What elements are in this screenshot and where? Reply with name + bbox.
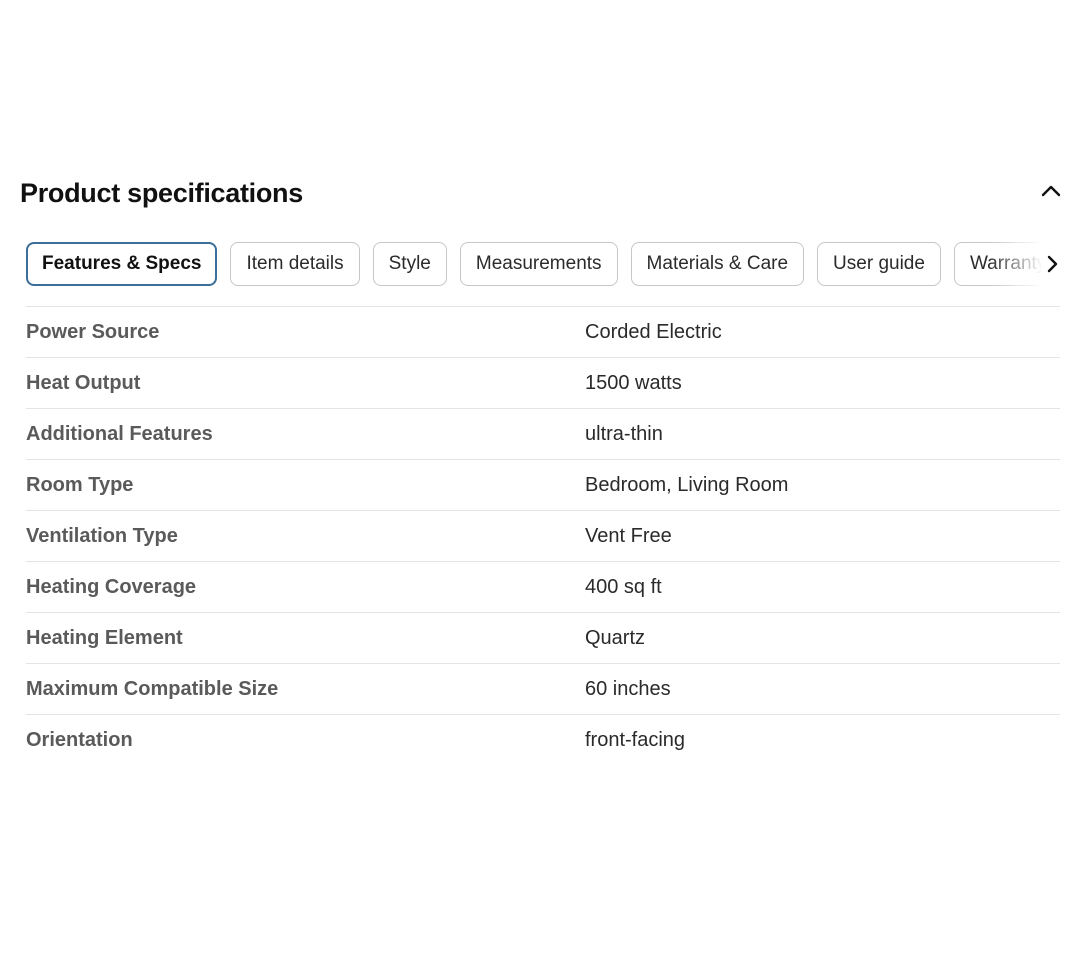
spec-label: Heat Output (26, 371, 141, 394)
chevron-up-icon (1041, 185, 1061, 197)
spec-label: Heating Coverage (26, 575, 197, 598)
spec-row: Heating Element Quartz (26, 613, 1060, 664)
specs-table: Power Source Corded Electric Heat Output… (26, 306, 1060, 765)
spec-value: Quartz (585, 626, 646, 649)
tabs-scroll-right-button[interactable] (1040, 251, 1064, 277)
spec-value: 1500 watts (585, 371, 682, 394)
spec-label: Power Source (26, 320, 160, 343)
spec-value: front-facing (585, 728, 686, 751)
spec-label: Maximum Compatible Size (26, 677, 279, 700)
spec-row: Power Source Corded Electric (26, 307, 1060, 358)
spec-row: Additional Features ultra-thin (26, 409, 1060, 460)
spec-row: Heating Coverage 400 sq ft (26, 562, 1060, 613)
spec-label: Heating Element (26, 626, 183, 649)
section-title: Product specifications (20, 178, 303, 208)
tab-style[interactable]: Style (372, 242, 447, 286)
spec-row: Orientation front-facing (26, 715, 1060, 765)
spec-row: Maximum Compatible Size 60 inches (26, 664, 1060, 715)
spec-label: Ventilation Type (26, 524, 178, 547)
tab-materials-care[interactable]: Materials & Care (630, 242, 805, 286)
spec-label: Orientation (26, 728, 133, 751)
tab-item-details[interactable]: Item details (230, 242, 360, 286)
spec-value: Vent Free (585, 524, 672, 547)
spec-label: Room Type (26, 473, 134, 496)
spec-row: Room Type Bedroom, Living Room (26, 460, 1060, 511)
tab-measurements[interactable]: Measurements (459, 242, 618, 286)
tab-user-guide[interactable]: User guide (817, 242, 941, 286)
tab-bar: Features & Specs Item details Style Meas… (20, 237, 1060, 291)
product-specifications-section: Product specifications Features & Specs … (0, 0, 1080, 968)
spec-value: Bedroom, Living Room (585, 473, 789, 496)
spec-value: 60 inches (585, 677, 671, 700)
chevron-right-icon (1047, 255, 1058, 273)
tab-features-specs[interactable]: Features & Specs (26, 242, 218, 286)
spec-value: Corded Electric (585, 320, 722, 343)
spec-value: 400 sq ft (585, 575, 662, 598)
spec-label: Additional Features (26, 422, 213, 445)
spec-value: ultra-thin (585, 422, 663, 445)
collapse-button[interactable] (1036, 176, 1066, 206)
spec-row: Heat Output 1500 watts (26, 358, 1060, 409)
spec-row: Ventilation Type Vent Free (26, 511, 1060, 562)
tab-list: Features & Specs Item details Style Meas… (26, 242, 1060, 286)
